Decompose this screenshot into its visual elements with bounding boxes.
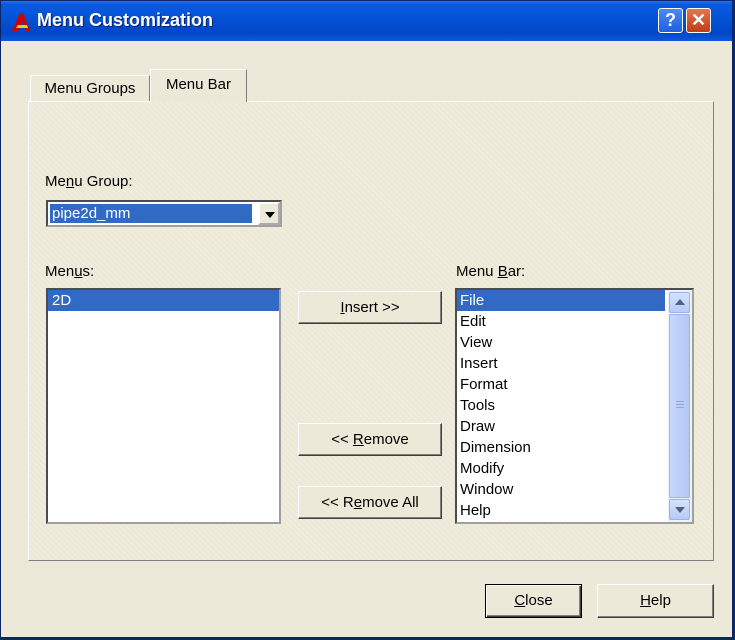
- help-button[interactable]: Help: [597, 584, 714, 618]
- menu-group-value: pipe2d_mm: [49, 203, 253, 224]
- help-title-button[interactable]: ?: [658, 8, 683, 33]
- scroll-up-icon[interactable]: [669, 292, 690, 313]
- list-item[interactable]: Window: [457, 479, 665, 500]
- list-item[interactable]: Tools: [457, 395, 665, 416]
- grip-icon: [676, 401, 684, 409]
- remove-button[interactable]: << Remove: [298, 423, 442, 456]
- list-item[interactable]: File: [457, 290, 665, 311]
- close-title-button[interactable]: ✕: [686, 8, 711, 33]
- list-item[interactable]: Edit: [457, 311, 665, 332]
- title-bar[interactable]: Menu Customization ? ✕: [1, 1, 732, 41]
- list-item[interactable]: Draw: [457, 416, 665, 437]
- scroll-thumb[interactable]: [669, 314, 690, 498]
- list-item[interactable]: Help: [457, 500, 665, 521]
- menu-bar-label: Menu Bar:: [456, 263, 526, 280]
- list-item[interactable]: Modify: [457, 458, 665, 479]
- tab-menu-groups[interactable]: Menu Groups: [30, 75, 150, 101]
- autocad-icon: [12, 13, 30, 31]
- tab-menu-bar[interactable]: Menu Bar: [150, 69, 247, 102]
- insert-button[interactable]: Insert >>: [298, 291, 442, 324]
- window-title: Menu Customization: [37, 10, 213, 30]
- remove-all-button[interactable]: << Remove All: [298, 486, 442, 519]
- menu-group-dropdown[interactable]: pipe2d_mm: [46, 200, 282, 227]
- chevron-down-icon[interactable]: [258, 202, 280, 225]
- menus-label: Menus:: [45, 263, 95, 280]
- list-item[interactable]: Dimension: [457, 437, 665, 458]
- menu-bar-list[interactable]: File Edit View Insert Format Tools Draw …: [455, 288, 694, 524]
- list-item[interactable]: View: [457, 332, 665, 353]
- list-item[interactable]: 2D: [48, 290, 279, 311]
- scroll-down-icon[interactable]: [669, 499, 690, 520]
- list-item[interactable]: Format: [457, 374, 665, 395]
- menu-group-label: Menu Group:: [45, 173, 133, 190]
- close-button[interactable]: Close: [485, 584, 582, 618]
- list-item[interactable]: Insert: [457, 353, 665, 374]
- menus-list[interactable]: 2D: [46, 288, 281, 524]
- dialog-window: Menu Customization ? ✕ Menu Groups Menu …: [0, 0, 733, 638]
- vertical-scrollbar[interactable]: [668, 290, 692, 522]
